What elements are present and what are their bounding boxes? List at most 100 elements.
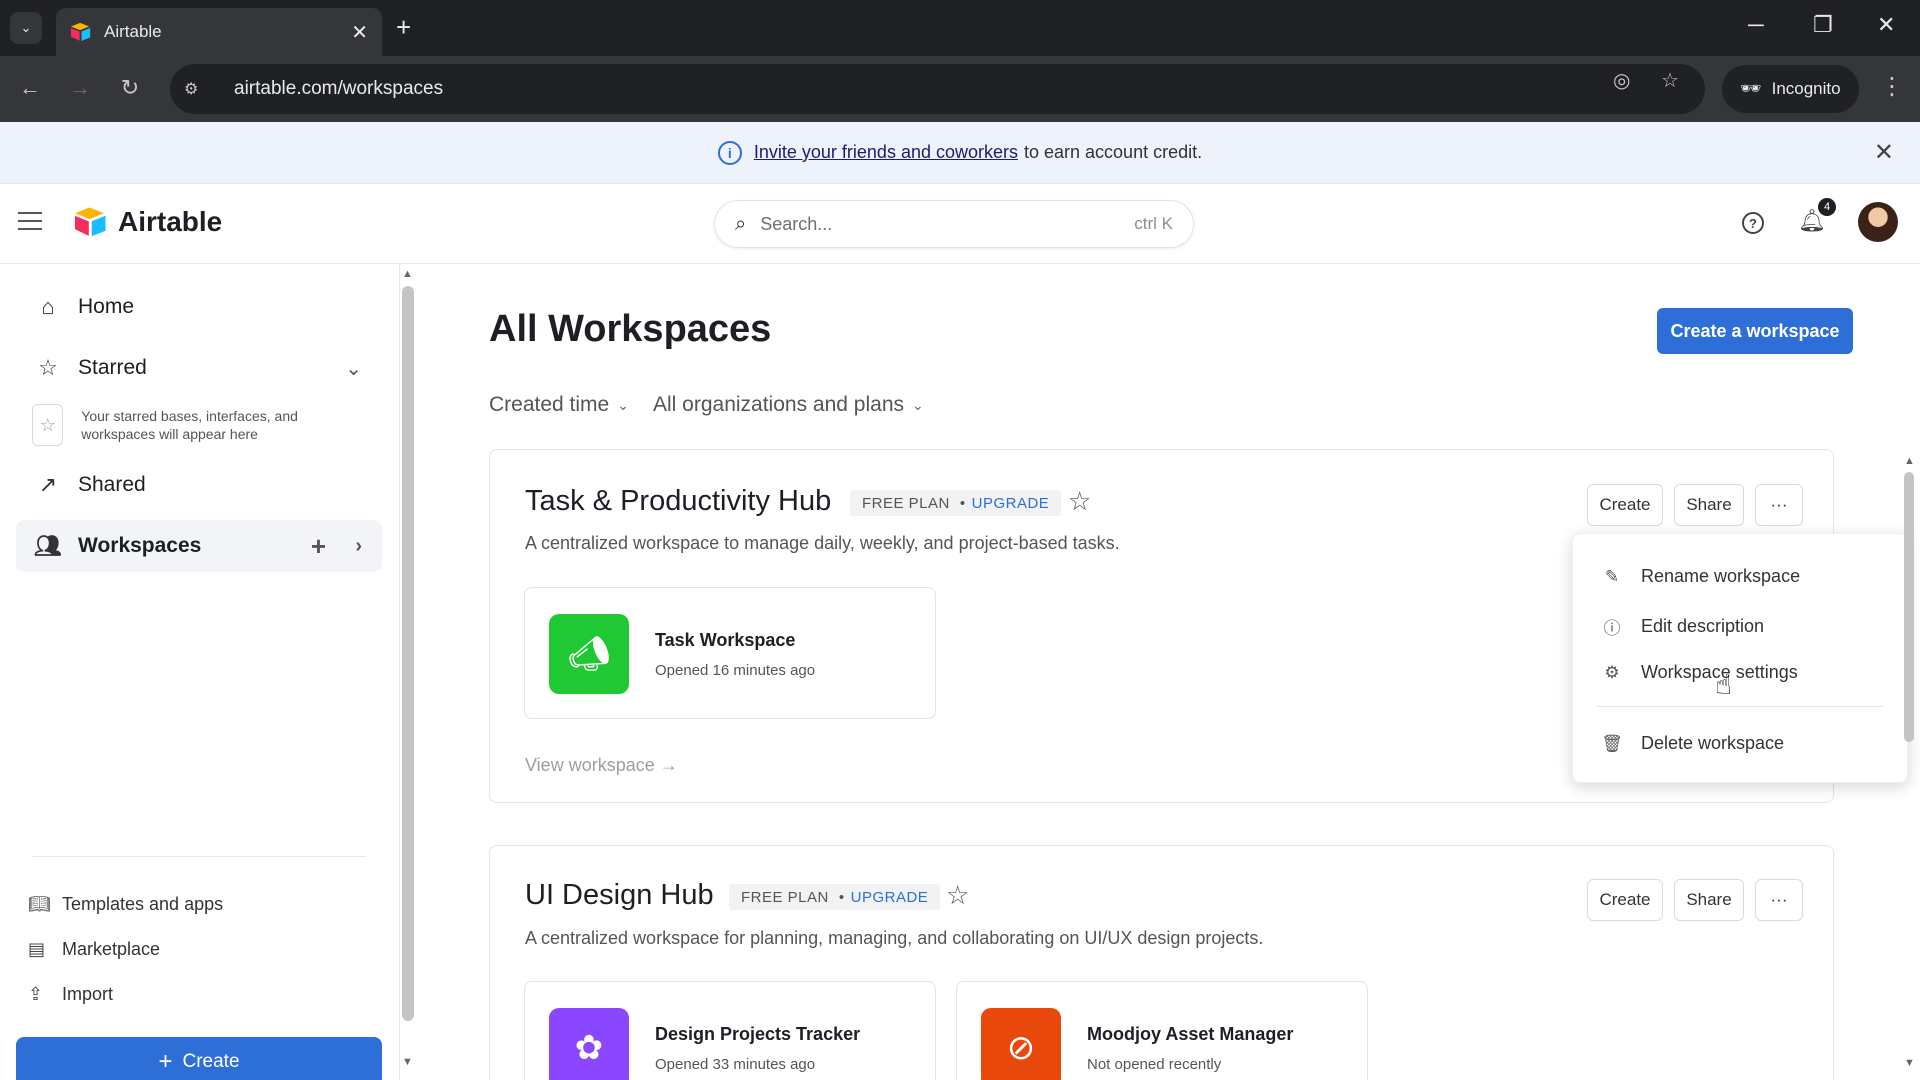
sidebar-item-label: Home <box>78 295 135 318</box>
upload-icon: ⇪ <box>28 984 44 1004</box>
sidebar-import-link[interactable]: ⇪ Import <box>28 984 113 1005</box>
sidebar-templates-link[interactable]: 📖︎ Templates and apps <box>28 894 223 915</box>
base-last-opened: Not opened recently <box>1087 1056 1222 1073</box>
invite-link[interactable]: Invite your friends and coworkers <box>754 142 1018 163</box>
megaphone-icon: 📣︎ <box>549 614 629 694</box>
main-scroll-up-icon[interactable]: ▲ <box>1904 455 1915 467</box>
compass-icon: ⊘ <box>981 1008 1061 1080</box>
organization-filter-label: All organizations and plans <box>653 393 904 416</box>
sidebar: ⌂ Home ☆ Starred ⌄ ☆ Your starred bases,… <box>0 264 400 1080</box>
shared-icon: ↗ <box>38 472 58 497</box>
forward-icon[interactable]: → <box>62 70 98 106</box>
hand-cursor-icon: ☝ <box>1715 669 1733 700</box>
browser-tab-bar: ⌄ Airtable ✕ + ─ ❐ ✕ <box>0 0 1920 56</box>
marketplace-label: Marketplace <box>62 939 161 959</box>
browser-tab[interactable]: Airtable ✕ <box>56 8 382 56</box>
sidebar-item-label: Starred <box>78 356 147 379</box>
plan-label: FREE PLAN <box>862 494 950 512</box>
trash-icon: 🗑︎ <box>1601 733 1623 753</box>
tab-close-icon[interactable]: ✕ <box>351 20 368 45</box>
back-icon[interactable]: ← <box>12 70 48 106</box>
base-card[interactable]: 📣︎ Task Workspace Opened 16 minutes ago <box>524 587 936 719</box>
main-scroll-down-icon[interactable]: ▼ <box>1904 1057 1915 1069</box>
star-icon[interactable]: ☆ <box>946 880 969 911</box>
info-icon: i <box>717 140 742 165</box>
app-header: Airtable ⌕ Search... ctrl K ? 🔔︎ 4 <box>0 184 1920 264</box>
workspace-name[interactable]: Task & Productivity Hub <box>525 485 831 518</box>
more-options-button[interactable]: ··· <box>1755 879 1803 921</box>
site-settings-icon[interactable]: ⚙ <box>184 79 214 99</box>
restore-icon[interactable]: ❐ <box>1813 12 1833 38</box>
share-button[interactable]: Share <box>1674 879 1744 921</box>
new-tab-icon[interactable]: + <box>396 12 411 42</box>
banner-close-icon[interactable]: ✕ <box>1874 138 1894 167</box>
create-base-button[interactable]: Create <box>1587 484 1663 526</box>
menu-divider <box>1597 706 1883 707</box>
help-icon[interactable]: ? <box>1742 212 1764 234</box>
plan-label: FREE PLAN <box>741 888 829 906</box>
create-base-button[interactable]: Create <box>1587 879 1663 921</box>
base-card[interactable]: ⊘ Moodjoy Asset Manager Not opened recen… <box>956 981 1368 1080</box>
upgrade-link[interactable]: UPGRADE <box>851 889 929 906</box>
create-workspace-button[interactable]: Create a workspace <box>1657 308 1853 354</box>
star-icon[interactable]: ☆ <box>1068 486 1091 517</box>
menu-item-label: Rename workspace <box>1641 566 1801 586</box>
window-close-icon[interactable]: ✕ <box>1877 12 1895 38</box>
book-icon: 📖︎ <box>28 894 51 914</box>
bookmark-star-icon[interactable]: ☆ <box>1661 68 1679 93</box>
incognito-icon: 🕶 <box>1740 79 1762 98</box>
sort-dropdown[interactable]: Created time ⌄ <box>489 393 629 417</box>
create-label: Create <box>182 1051 240 1072</box>
workspace-card: UI Design Hub FREE PLAN • UPGRADE ☆ A ce… <box>489 845 1834 1080</box>
airtable-logo[interactable]: Airtable <box>72 206 222 238</box>
sidebar-scrollbar[interactable] <box>402 286 414 1021</box>
incognito-label: Incognito <box>1771 79 1841 98</box>
airtable-logo-icon <box>75 207 106 237</box>
hamburger-menu-icon[interactable] <box>18 212 42 236</box>
sidebar-scroll-up-icon[interactable]: ▲ <box>402 268 413 280</box>
chevron-right-icon[interactable]: › <box>355 535 362 558</box>
more-options-button[interactable]: ··· <box>1755 484 1803 526</box>
upgrade-link[interactable]: UPGRADE <box>972 495 1050 512</box>
tab-title: Airtable <box>104 22 162 41</box>
menu-item-label: Delete workspace <box>1641 733 1785 753</box>
browser-menu-icon[interactable]: ⋮ <box>1880 72 1904 101</box>
sidebar-item-starred[interactable]: ☆ Starred ⌄ <box>16 342 382 394</box>
sidebar-marketplace-link[interactable]: ▤ Marketplace <box>28 939 160 960</box>
base-card[interactable]: ✿ Design Projects Tracker Opened 33 minu… <box>524 981 936 1080</box>
base-last-opened: Opened 33 minutes ago <box>655 1056 816 1073</box>
menu-item-delete[interactable]: 🗑︎ Delete workspace <box>1601 733 1784 754</box>
sidebar-item-shared[interactable]: ↗ Shared <box>16 459 382 511</box>
eye-off-icon[interactable]: ◎ <box>1613 68 1630 93</box>
share-button[interactable]: Share <box>1674 484 1744 526</box>
flower-icon: ✿ <box>549 1008 629 1080</box>
tab-search-button[interactable]: ⌄ <box>10 12 42 44</box>
create-button[interactable]: + Create <box>16 1037 382 1080</box>
starred-empty-hint: ☆ Your starred bases, interfaces, and wo… <box>32 404 372 446</box>
search-input[interactable]: ⌕ Search... ctrl K <box>714 200 1194 248</box>
url-bar[interactable]: ⚙ airtable.com/workspaces <box>170 64 1705 114</box>
incognito-badge[interactable]: 🕶 Incognito <box>1722 65 1859 113</box>
plan-badge: FREE PLAN • UPGRADE <box>729 884 941 910</box>
sidebar-item-workspaces[interactable]: 👥︎ Workspaces + › <box>16 520 382 572</box>
add-workspace-icon[interactable]: + <box>311 531 326 562</box>
starred-hint-text: Your starred bases, interfaces, and work… <box>81 408 298 442</box>
invite-banner: i Invite your friends and coworkers to e… <box>0 122 1920 184</box>
chevron-down-icon[interactable]: ⌄ <box>345 356 362 381</box>
menu-item-settings[interactable]: ⚙ Workspace settings <box>1601 662 1797 683</box>
sidebar-item-home[interactable]: ⌂ Home <box>16 281 382 333</box>
plan-badge: FREE PLAN • UPGRADE <box>850 490 1062 516</box>
menu-item-edit-description[interactable]: ⓘ Edit description <box>1601 614 1765 639</box>
avatar[interactable] <box>1858 202 1898 242</box>
main-scrollbar[interactable] <box>1904 472 1914 742</box>
sidebar-item-label: Workspaces <box>78 534 202 557</box>
url-text: airtable.com/workspaces <box>234 78 444 99</box>
reload-icon[interactable]: ↻ <box>112 70 148 106</box>
organization-filter-dropdown[interactable]: All organizations and plans ⌄ <box>653 393 924 417</box>
menu-item-rename[interactable]: ✎ Rename workspace <box>1601 566 1800 587</box>
workspace-name[interactable]: UI Design Hub <box>525 879 714 912</box>
badge-separator: • <box>959 494 966 512</box>
sidebar-scroll-down-icon[interactable]: ▼ <box>402 1056 413 1068</box>
view-workspace-link[interactable]: View workspace → <box>525 755 678 776</box>
minimize-icon[interactable]: ─ <box>1748 12 1764 38</box>
